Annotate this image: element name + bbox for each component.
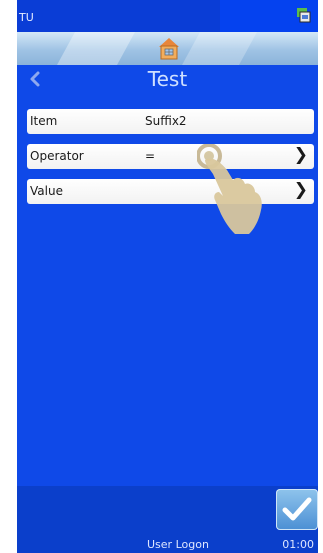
network-icon [296, 6, 312, 29]
confirm-button[interactable] [276, 489, 318, 530]
item-label: Item [30, 114, 58, 128]
operator-value: = [145, 149, 156, 163]
item-value: Suffix2 [145, 114, 187, 128]
chevron-right-icon: ❯ [293, 180, 308, 200]
home-icon[interactable] [159, 38, 179, 64]
list-item-item[interactable]: Item Suffix2 [27, 109, 314, 134]
footer-bar: User Logon 01:00 [17, 534, 318, 553]
page-title: Test [147, 67, 188, 91]
clock-label: 01:00 [282, 538, 314, 551]
list-item-operator[interactable]: Operator = ❯ [27, 144, 314, 169]
operator-label: Operator [30, 149, 84, 163]
app-screen: TU Test Item Suffix2 Operator = ❯ Value … [17, 0, 318, 553]
user-logon-label[interactable]: User Logon [147, 538, 209, 551]
checkmark-icon [282, 497, 312, 521]
title-row: Test [17, 65, 318, 95]
list-item-value[interactable]: Value ❯ [27, 179, 314, 204]
home-bar [17, 32, 318, 65]
status-bar: TU [17, 0, 318, 32]
chevron-right-icon: ❯ [293, 145, 308, 165]
value-label: Value [30, 184, 63, 198]
app-id-label: TU [19, 11, 34, 24]
bottom-toolbar [17, 486, 318, 534]
